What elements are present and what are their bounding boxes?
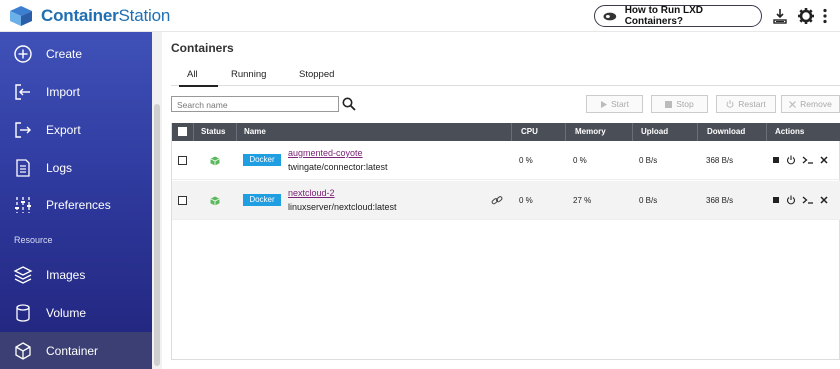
lxd-logo-icon xyxy=(603,12,617,20)
docker-badge: Docker xyxy=(243,154,281,166)
column-header-memory[interactable]: Memory xyxy=(575,123,606,141)
power-icon[interactable] xyxy=(786,195,796,205)
gear-icon[interactable] xyxy=(797,7,815,25)
column-header-download[interactable]: Download xyxy=(707,123,745,141)
upload-value: 0 B/s xyxy=(639,156,658,165)
terminal-icon[interactable] xyxy=(802,195,814,205)
column-header-actions: Actions xyxy=(775,127,805,136)
row-checkbox[interactable] xyxy=(178,156,187,165)
column-header-upload[interactable]: Upload xyxy=(641,123,668,141)
memory-value: 27 % xyxy=(573,196,592,205)
plus-circle-icon xyxy=(14,44,32,63)
select-all-checkbox[interactable] xyxy=(178,127,187,136)
stop-icon[interactable] xyxy=(772,156,780,164)
close-icon[interactable] xyxy=(820,156,828,164)
top-bar: ContainerStation How to Run LXD Containe… xyxy=(0,0,840,32)
database-icon xyxy=(16,303,30,322)
app-title: ContainerStation xyxy=(41,6,171,25)
memory-value: 0 % xyxy=(573,156,587,165)
container-name-link[interactable]: nextcloud-2 xyxy=(288,188,335,198)
start-button[interactable]: Start xyxy=(586,95,643,113)
power-icon[interactable] xyxy=(786,155,796,165)
sidebar-item-label: Logs xyxy=(46,160,73,175)
lxd-button-label: How to Run LXD Containers? xyxy=(624,5,704,27)
start-label: Start xyxy=(611,99,629,109)
terminal-icon[interactable] xyxy=(802,155,814,165)
remove-label: Remove xyxy=(800,99,832,109)
sidebar-item-volume[interactable]: Volume xyxy=(0,294,152,331)
sidebar: Create Import Export Logs Preferences Re… xyxy=(0,32,152,369)
table-row[interactable]: Docker augmented-coyote twingate/connect… xyxy=(172,141,840,180)
stop-button[interactable]: Stop xyxy=(651,95,708,113)
sidebar-item-label: Images xyxy=(46,267,86,282)
column-header-cpu[interactable]: CPU xyxy=(521,123,538,141)
tab-stopped[interactable]: Stopped xyxy=(299,69,334,80)
power-icon xyxy=(726,100,734,108)
sidebar-scrollbar[interactable] xyxy=(152,32,162,369)
sidebar-item-export[interactable]: Export xyxy=(0,111,152,148)
table-header: Status Name CPU Memory Upload Download A… xyxy=(172,123,840,141)
document-icon xyxy=(16,158,30,177)
stop-label: Stop xyxy=(676,99,694,109)
play-icon xyxy=(601,100,608,108)
cpu-value: 0 % xyxy=(519,196,533,205)
cpu-value: 0 % xyxy=(519,156,533,165)
row-checkbox[interactable] xyxy=(178,196,187,205)
import-icon xyxy=(15,83,30,100)
link-icon[interactable] xyxy=(491,195,503,206)
container-name-link[interactable]: augmented-coyote xyxy=(288,148,363,158)
main-panel: Containers All Running Stopped Search na… xyxy=(162,32,840,369)
remove-button[interactable]: Remove xyxy=(781,95,840,113)
cube-icon xyxy=(15,341,31,360)
column-header-name[interactable]: Name xyxy=(244,123,266,141)
container-image: twingate/connector:latest xyxy=(288,162,388,172)
page-title: Containers xyxy=(171,41,234,55)
column-header-status[interactable]: Status xyxy=(201,123,225,141)
sidebar-item-label: Export xyxy=(46,122,81,137)
sidebar-item-label: Volume xyxy=(46,305,87,320)
search-input[interactable]: Search name xyxy=(171,96,339,112)
close-icon[interactable] xyxy=(820,196,828,204)
sidebar-item-label: Create xyxy=(46,46,83,61)
sidebar-item-import[interactable]: Import xyxy=(0,73,152,110)
tab-all[interactable]: All xyxy=(179,69,218,87)
upload-value: 0 B/s xyxy=(639,196,658,205)
sidebar-section-resource: Resource xyxy=(14,235,53,245)
containers-table: Status Name CPU Memory Upload Download A… xyxy=(171,123,840,360)
sidebar-item-label: Container xyxy=(46,343,99,358)
sidebar-scrollbar-thumb[interactable] xyxy=(154,104,160,366)
sidebar-item-preferences[interactable]: Preferences xyxy=(0,186,152,223)
sidebar-item-label: Preferences xyxy=(46,197,111,212)
lxd-guide-button[interactable]: How to Run LXD Containers? xyxy=(594,5,762,27)
search-icon[interactable] xyxy=(342,97,356,111)
tab-bar: All Running Stopped xyxy=(171,66,840,87)
table-row[interactable]: Docker nextcloud-2 linuxserver/nextcloud… xyxy=(172,181,840,220)
sidebar-item-logs[interactable]: Logs xyxy=(0,149,152,186)
running-status-icon xyxy=(210,196,220,206)
container-image: linuxserver/nextcloud:latest xyxy=(288,202,397,212)
restart-label: Restart xyxy=(738,99,766,109)
stop-icon[interactable] xyxy=(772,196,780,204)
export-icon xyxy=(15,121,31,138)
sidebar-item-container[interactable]: Container xyxy=(0,332,152,369)
app-logo[interactable]: ContainerStation xyxy=(8,5,170,27)
running-status-icon xyxy=(210,156,220,166)
sidebar-item-images[interactable]: Images xyxy=(0,256,152,293)
stop-icon xyxy=(665,100,673,108)
close-icon xyxy=(789,100,797,108)
container-station-logo-icon xyxy=(10,6,32,26)
tab-running[interactable]: Running xyxy=(231,69,266,80)
restart-button[interactable]: Restart xyxy=(716,95,776,113)
docker-badge: Docker xyxy=(243,194,281,206)
download-value: 368 B/s xyxy=(706,156,734,165)
layers-icon xyxy=(13,265,33,284)
sliders-icon xyxy=(15,196,31,213)
download-value: 368 B/s xyxy=(706,196,734,205)
more-menu-icon[interactable] xyxy=(822,7,828,25)
resource-monitor-icon[interactable] xyxy=(771,7,789,25)
sidebar-item-label: Import xyxy=(46,84,81,99)
sidebar-item-create[interactable]: Create xyxy=(0,35,152,72)
